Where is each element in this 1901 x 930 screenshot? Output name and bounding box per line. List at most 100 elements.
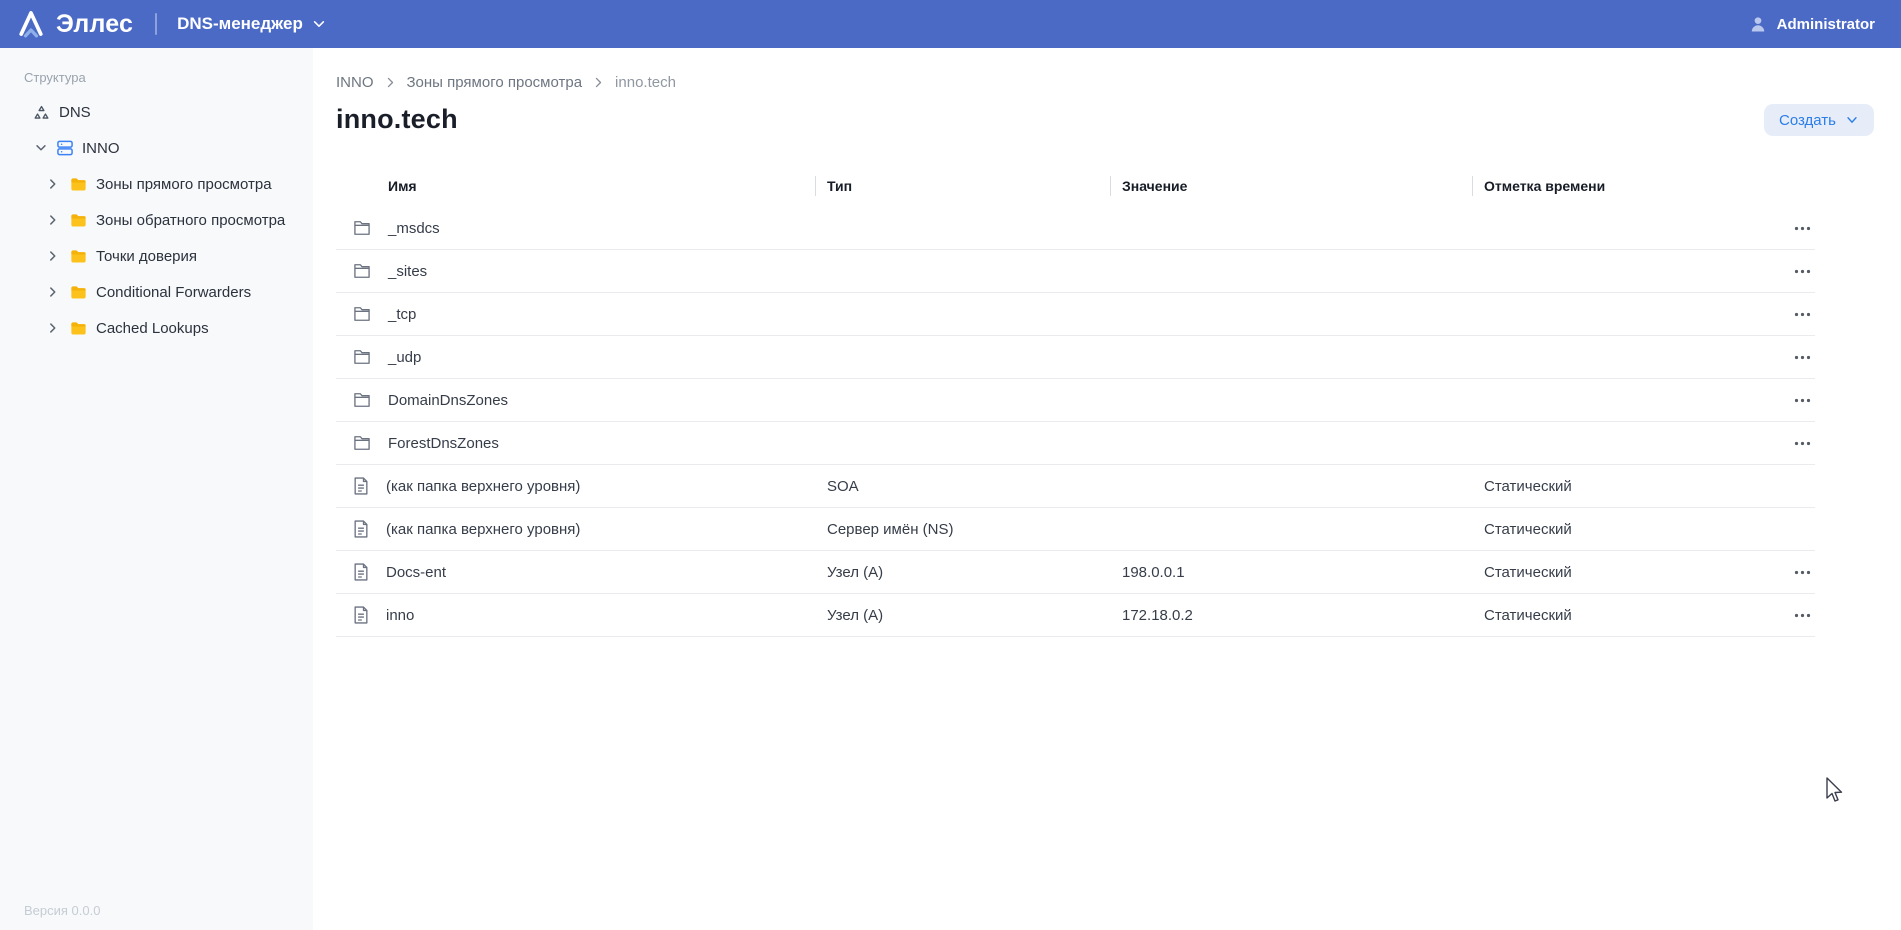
app-logo[interactable]: Эллес [16, 9, 133, 39]
record-name: (как папка верхнего уровня) [386, 521, 580, 538]
table-row[interactable]: ForestDnsZones [336, 422, 1815, 465]
record-name: DomainDnsZones [388, 392, 508, 409]
table-row[interactable]: (как папка верхнего уровня) Сервер имён … [336, 508, 1815, 551]
user-name: Administrator [1777, 16, 1875, 33]
record-timestamp: Статический [1484, 478, 1792, 495]
tree-item-folder[interactable]: Cached Lookups [0, 310, 313, 346]
product-switcher[interactable]: DNS-менеджер [177, 14, 326, 34]
table-header-row: Имя Тип Значение Отметка времени [336, 165, 1815, 207]
structure-tree: DNS INNO [0, 94, 313, 346]
file-icon [352, 476, 370, 496]
tree-item-label: Conditional Forwarders [96, 284, 251, 301]
user-icon [1748, 14, 1768, 34]
row-menu-button[interactable] [1792, 222, 1813, 235]
chevron-down-icon [1845, 113, 1859, 127]
tree-item-dns[interactable]: DNS [0, 94, 313, 130]
folder-icon [69, 211, 88, 230]
record-value: 172.18.0.2 [1122, 607, 1484, 624]
record-name: _sites [388, 263, 427, 280]
chevron-right-icon[interactable] [46, 321, 60, 335]
hierarchy-icon [32, 103, 51, 122]
tree-item-folder[interactable]: Зоны обратного просмотра [0, 202, 313, 238]
folder-icon [352, 390, 372, 410]
chevron-right-icon[interactable] [46, 285, 60, 299]
file-icon [352, 519, 370, 539]
record-value: 198.0.0.1 [1122, 564, 1484, 581]
row-menu-button[interactable] [1792, 566, 1813, 579]
chevron-right-icon [592, 76, 605, 89]
folder-icon [352, 304, 372, 324]
page-title: inno.tech [336, 104, 458, 135]
record-name: _msdcs [388, 220, 440, 237]
breadcrumb-item[interactable]: INNO [336, 74, 374, 91]
chevron-right-icon[interactable] [46, 249, 60, 263]
logo-text: Эллес [56, 10, 133, 39]
table-row[interactable]: _udp [336, 336, 1815, 379]
tree-item-label: Точки доверия [96, 248, 197, 265]
tree-item-label: Зоны прямого просмотра [96, 176, 272, 193]
version-label: Версия 0.0.0 [24, 903, 100, 918]
folder-icon [352, 347, 372, 367]
tree-children: Зоны прямого просмотра З [0, 166, 313, 346]
row-menu-button[interactable] [1792, 609, 1813, 622]
record-name: ForestDnsZones [388, 435, 499, 452]
folder-icon [352, 433, 372, 453]
breadcrumb-item-current: inno.tech [615, 74, 676, 91]
server-icon [55, 138, 75, 158]
tree-item-label: DNS [59, 104, 91, 121]
row-menu-button[interactable] [1792, 394, 1813, 407]
record-name: _tcp [388, 306, 416, 323]
tree-item-folder[interactable]: Точки доверия [0, 238, 313, 274]
table-row[interactable]: _tcp [336, 293, 1815, 336]
breadcrumb-item[interactable]: Зоны прямого просмотра [407, 74, 583, 91]
tree-item-label: Cached Lookups [96, 320, 209, 337]
row-menu-button[interactable] [1792, 351, 1813, 364]
logo-icon [16, 9, 46, 39]
table-row[interactable]: DomainDnsZones [336, 379, 1815, 422]
folder-icon [69, 283, 88, 302]
file-icon [352, 562, 370, 582]
row-menu-button[interactable] [1792, 437, 1813, 450]
user-menu[interactable]: Administrator [1748, 14, 1875, 34]
tree-item-label: Зоны обратного просмотра [96, 212, 285, 229]
record-name: _udp [388, 349, 421, 366]
chevron-right-icon[interactable] [46, 177, 60, 191]
create-button[interactable]: Создать [1764, 104, 1874, 136]
record-name: Docs-ent [386, 564, 446, 581]
app-header: Эллес DNS-менеджер Administrator [0, 0, 1901, 48]
table-row[interactable]: _sites [336, 250, 1815, 293]
tree-item-folder[interactable]: Зоны прямого просмотра [0, 166, 313, 202]
tree-item-inno[interactable]: INNO [0, 130, 313, 166]
column-header-type: Тип [827, 178, 1122, 194]
record-type: Сервер имён (NS) [827, 521, 1122, 538]
table-row[interactable]: (как папка верхнего уровня) SOA Статичес… [336, 465, 1815, 508]
table-row[interactable]: inno Узел (A) 172.18.0.2 Статический [336, 594, 1815, 637]
column-header-timestamp: Отметка времени [1484, 178, 1792, 194]
folder-icon [69, 175, 88, 194]
record-type: SOA [827, 478, 1122, 495]
record-timestamp: Статический [1484, 521, 1792, 538]
product-name: DNS-менеджер [177, 14, 303, 34]
record-type: Узел (A) [827, 607, 1122, 624]
record-timestamp: Статический [1484, 564, 1792, 581]
folder-icon [69, 247, 88, 266]
header-divider [155, 13, 157, 35]
breadcrumb: INNO Зоны прямого просмотра inno.tech [336, 74, 1874, 91]
record-timestamp: Статический [1484, 607, 1792, 624]
table-body: _msdcs [336, 207, 1815, 637]
tree-item-label: INNO [82, 140, 120, 157]
tree-item-folder[interactable]: Conditional Forwarders [0, 274, 313, 310]
row-menu-button[interactable] [1792, 265, 1813, 278]
table-row[interactable]: _msdcs [336, 207, 1815, 250]
column-header-value: Значение [1122, 178, 1484, 194]
table-row[interactable]: Docs-ent Узел (A) 198.0.0.1 Статический [336, 551, 1815, 594]
chevron-down-icon [312, 17, 326, 31]
row-menu-button[interactable] [1792, 308, 1813, 321]
record-type: Узел (A) [827, 564, 1122, 581]
chevron-right-icon [384, 76, 397, 89]
column-header-name: Имя [336, 178, 827, 194]
folder-icon [352, 261, 372, 281]
chevron-down-icon[interactable] [34, 141, 48, 155]
chevron-right-icon[interactable] [46, 213, 60, 227]
record-name: inno [386, 607, 414, 624]
